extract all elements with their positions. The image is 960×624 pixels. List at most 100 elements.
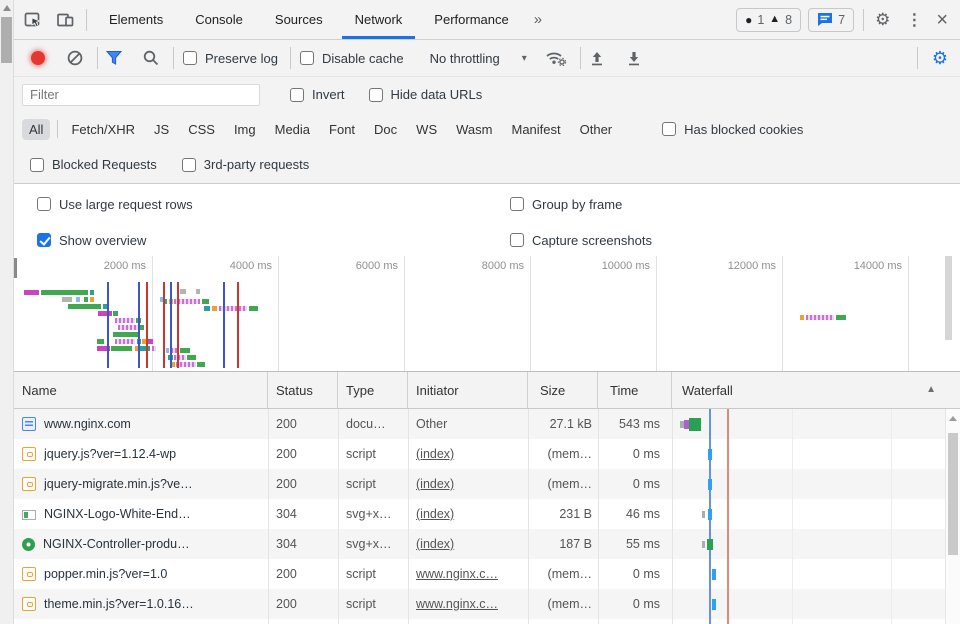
- column-header-size[interactable]: Size: [528, 372, 598, 408]
- column-header-time[interactable]: Time: [598, 372, 672, 408]
- script-icon: [22, 567, 36, 581]
- scroll-up-icon[interactable]: [3, 5, 11, 11]
- sort-asc-icon[interactable]: ▲: [926, 385, 936, 395]
- inspect-element-button[interactable]: [22, 9, 44, 31]
- overview-request-bar: [180, 289, 186, 294]
- column-separator: [528, 409, 529, 624]
- initiator-link[interactable]: www.nginx.c…: [416, 597, 498, 611]
- record-network-log-button[interactable]: [31, 51, 45, 65]
- status-cell: 200: [268, 559, 338, 589]
- filter-input[interactable]: [22, 84, 260, 106]
- request-row[interactable]: theme.min.js?ver=1.0.16…200scriptwww.ngi…: [14, 589, 960, 619]
- column-header-waterfall[interactable]: Waterfall: [672, 372, 960, 408]
- filter-type-doc[interactable]: Doc: [367, 119, 404, 140]
- tab-network[interactable]: Network: [339, 0, 419, 39]
- disable-cache-checkbox[interactable]: [300, 51, 314, 65]
- import-har-button[interactable]: [589, 50, 605, 67]
- load-event-line: [237, 282, 239, 368]
- request-name-cell: popper.min.js?ver=1.0: [14, 559, 268, 589]
- tab-performance[interactable]: Performance: [418, 0, 524, 39]
- request-row[interactable]: NGINX-Controller-produ…304svg+x…(index)1…: [14, 529, 960, 559]
- column-header-name[interactable]: Name: [14, 372, 268, 408]
- request-name-cell: theme.min.js?ver=1.0.16…: [14, 589, 268, 619]
- devtools-tabbar: ElementsConsoleSourcesNetworkPerformance…: [14, 0, 960, 40]
- divider: [173, 47, 174, 69]
- settings-button[interactable]: ⚙: [866, 11, 899, 28]
- tab-console[interactable]: Console: [179, 0, 259, 39]
- column-header-initiator[interactable]: Initiator: [408, 372, 528, 408]
- overview-gridline: [656, 256, 657, 371]
- page-scrollbar-thumb[interactable]: [1, 17, 12, 63]
- has-blocked-cookies-checkbox[interactable]: [662, 122, 676, 136]
- filter-type-wasm[interactable]: Wasm: [449, 119, 499, 140]
- filter-type-other[interactable]: Other: [573, 119, 620, 140]
- throttling-select[interactable]: No throttling ▾: [430, 51, 527, 66]
- search-button[interactable]: [142, 49, 160, 67]
- customize-menu-button[interactable]: ⋮: [899, 10, 929, 30]
- hide-data-urls-checkbox[interactable]: [369, 88, 383, 102]
- waterfall-bar: [708, 449, 712, 460]
- filter-type-manifest[interactable]: Manifest: [504, 119, 567, 140]
- use-large-rows-checkbox[interactable]: [37, 197, 51, 211]
- overview-request-bar: [76, 297, 80, 302]
- filter-type-js[interactable]: JS: [147, 119, 176, 140]
- time-cell: 0 ms: [598, 559, 672, 589]
- filter-type-all[interactable]: All: [22, 119, 50, 140]
- initiator-link[interactable]: (index): [416, 537, 454, 551]
- request-row[interactable]: popper.min.js?ver=1.0200scriptwww.nginx.…: [14, 559, 960, 589]
- third-party-requests-checkbox[interactable]: [182, 158, 196, 172]
- type-cell: script: [338, 589, 408, 619]
- column-header-type[interactable]: Type: [338, 372, 408, 408]
- request-row[interactable]: NGINX-Logo-White-End…304svg+x…(index)231…: [14, 499, 960, 529]
- initiator-link[interactable]: www.nginx.c…: [416, 567, 498, 581]
- resource-type-filter-list: All Fetch/XHRJSCSSImgMediaFontDocWSWasmMa…: [14, 112, 960, 146]
- time-cell: 46 ms: [598, 499, 672, 529]
- more-tabs-button[interactable]: »: [525, 11, 551, 28]
- blocked-requests-checkbox[interactable]: [30, 158, 44, 172]
- invert-checkbox[interactable]: [290, 88, 304, 102]
- filter-type-font[interactable]: Font: [322, 119, 362, 140]
- image-preview-icon: [22, 538, 35, 551]
- page-scrollbar[interactable]: [0, 0, 14, 624]
- request-row[interactable]: jquery.js?ver=1.12.4-wp200script(index)(…: [14, 439, 960, 469]
- initiator-link[interactable]: (index): [416, 477, 454, 491]
- issues-badge[interactable]: ● 1 ▲ 8: [736, 8, 801, 32]
- filter-type-img[interactable]: Img: [227, 119, 263, 140]
- tab-elements[interactable]: Elements: [93, 0, 179, 39]
- filter-type-ws[interactable]: WS: [409, 119, 444, 140]
- group-by-frame-checkbox[interactable]: [510, 197, 524, 211]
- export-har-button[interactable]: [626, 50, 642, 67]
- overview-request-bar: [806, 315, 834, 320]
- filter-type-css[interactable]: CSS: [181, 119, 222, 140]
- overview-request-bar: [204, 306, 210, 311]
- device-toolbar-button[interactable]: [54, 9, 76, 31]
- overview-resize-handle[interactable]: [14, 258, 17, 278]
- domcontentloaded-line: [223, 282, 225, 368]
- network-settings-button[interactable]: ⚙: [923, 49, 957, 67]
- request-row[interactable]: www.nginx.com200docu…Other27.1 kB543 ms: [14, 409, 960, 439]
- close-devtools-button[interactable]: ×: [929, 10, 960, 30]
- overview-pane[interactable]: 2000 ms4000 ms6000 ms8000 ms10000 ms1200…: [14, 256, 960, 372]
- use-large-rows-option: Use large request rows: [37, 197, 193, 212]
- messages-badge[interactable]: 7: [808, 8, 854, 32]
- request-row[interactable]: jquery-migrate.min.js?ve…200script(index…: [14, 469, 960, 499]
- column-header-status[interactable]: Status: [268, 372, 338, 408]
- initiator-link[interactable]: (index): [416, 507, 454, 521]
- table-scrollbar-thumb[interactable]: [948, 433, 958, 555]
- clear-network-log-button[interactable]: [66, 49, 84, 67]
- capture-screenshots-checkbox[interactable]: [510, 233, 524, 247]
- preserve-log-checkbox[interactable]: [183, 51, 197, 65]
- network-conditions-icon: [545, 49, 568, 67]
- table-scrollbar[interactable]: [945, 409, 960, 624]
- scroll-up-icon[interactable]: [949, 416, 957, 421]
- tab-sources[interactable]: Sources: [259, 0, 339, 39]
- filter-type-media[interactable]: Media: [268, 119, 317, 140]
- filter-toggle-button[interactable]: [105, 50, 123, 66]
- divider: [863, 9, 864, 31]
- filter-type-fetch-xhr[interactable]: Fetch/XHR: [64, 119, 142, 140]
- network-conditions-button[interactable]: [545, 49, 568, 67]
- show-overview-checkbox[interactable]: [37, 233, 51, 247]
- initiator-link[interactable]: (index): [416, 447, 454, 461]
- overview-request-bar: [115, 339, 135, 344]
- size-cell: (mem…: [528, 439, 598, 469]
